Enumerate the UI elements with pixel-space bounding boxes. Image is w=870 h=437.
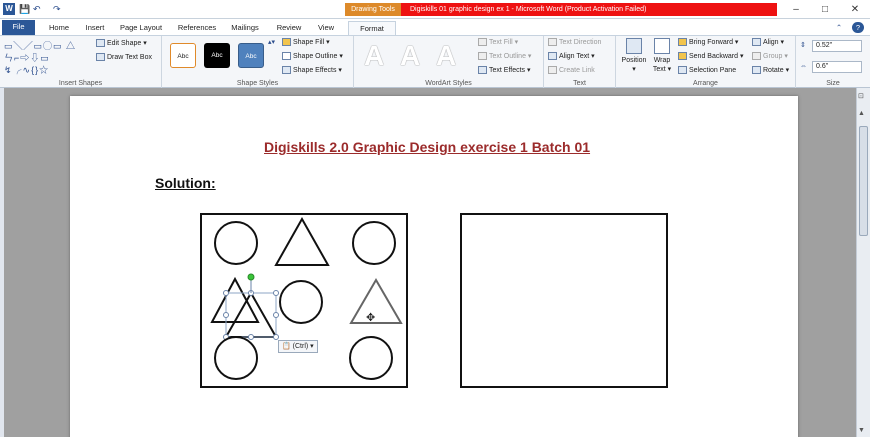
- resize-handle[interactable]: [273, 312, 279, 318]
- move-cursor-icon: ✥: [366, 311, 375, 324]
- scroll-up-icon[interactable]: ▲: [858, 110, 865, 117]
- left-frame-rectangle[interactable]: [200, 213, 408, 388]
- ruler-toggle-icon[interactable]: ⊡: [858, 92, 864, 100]
- circle-shape[interactable]: [279, 280, 323, 324]
- ghost-triangle-shape[interactable]: [349, 278, 403, 324]
- paste-options-button[interactable]: 📋 (Ctrl) ▾: [278, 340, 318, 353]
- resize-handle[interactable]: [273, 334, 279, 340]
- selected-triangle-shape[interactable]: [224, 290, 278, 338]
- resize-handle[interactable]: [223, 290, 229, 296]
- rotation-handle[interactable]: [247, 273, 255, 281]
- circle-shape[interactable]: [349, 336, 393, 380]
- resize-handle[interactable]: [273, 290, 279, 296]
- circle-shape[interactable]: [214, 221, 258, 265]
- resize-handle[interactable]: [223, 312, 229, 318]
- triangle-shape[interactable]: [274, 216, 330, 266]
- right-frame-rectangle[interactable]: [460, 213, 668, 388]
- circle-shape[interactable]: [352, 221, 396, 265]
- selection-box: [225, 292, 277, 338]
- circle-shape[interactable]: [214, 336, 258, 380]
- resize-handle[interactable]: [248, 334, 254, 340]
- paste-icon: 📋: [282, 343, 291, 350]
- canvas-shapes: ✥: [200, 213, 668, 388]
- scroll-thumb[interactable]: [859, 126, 868, 236]
- scroll-down-icon[interactable]: ▼: [858, 427, 865, 434]
